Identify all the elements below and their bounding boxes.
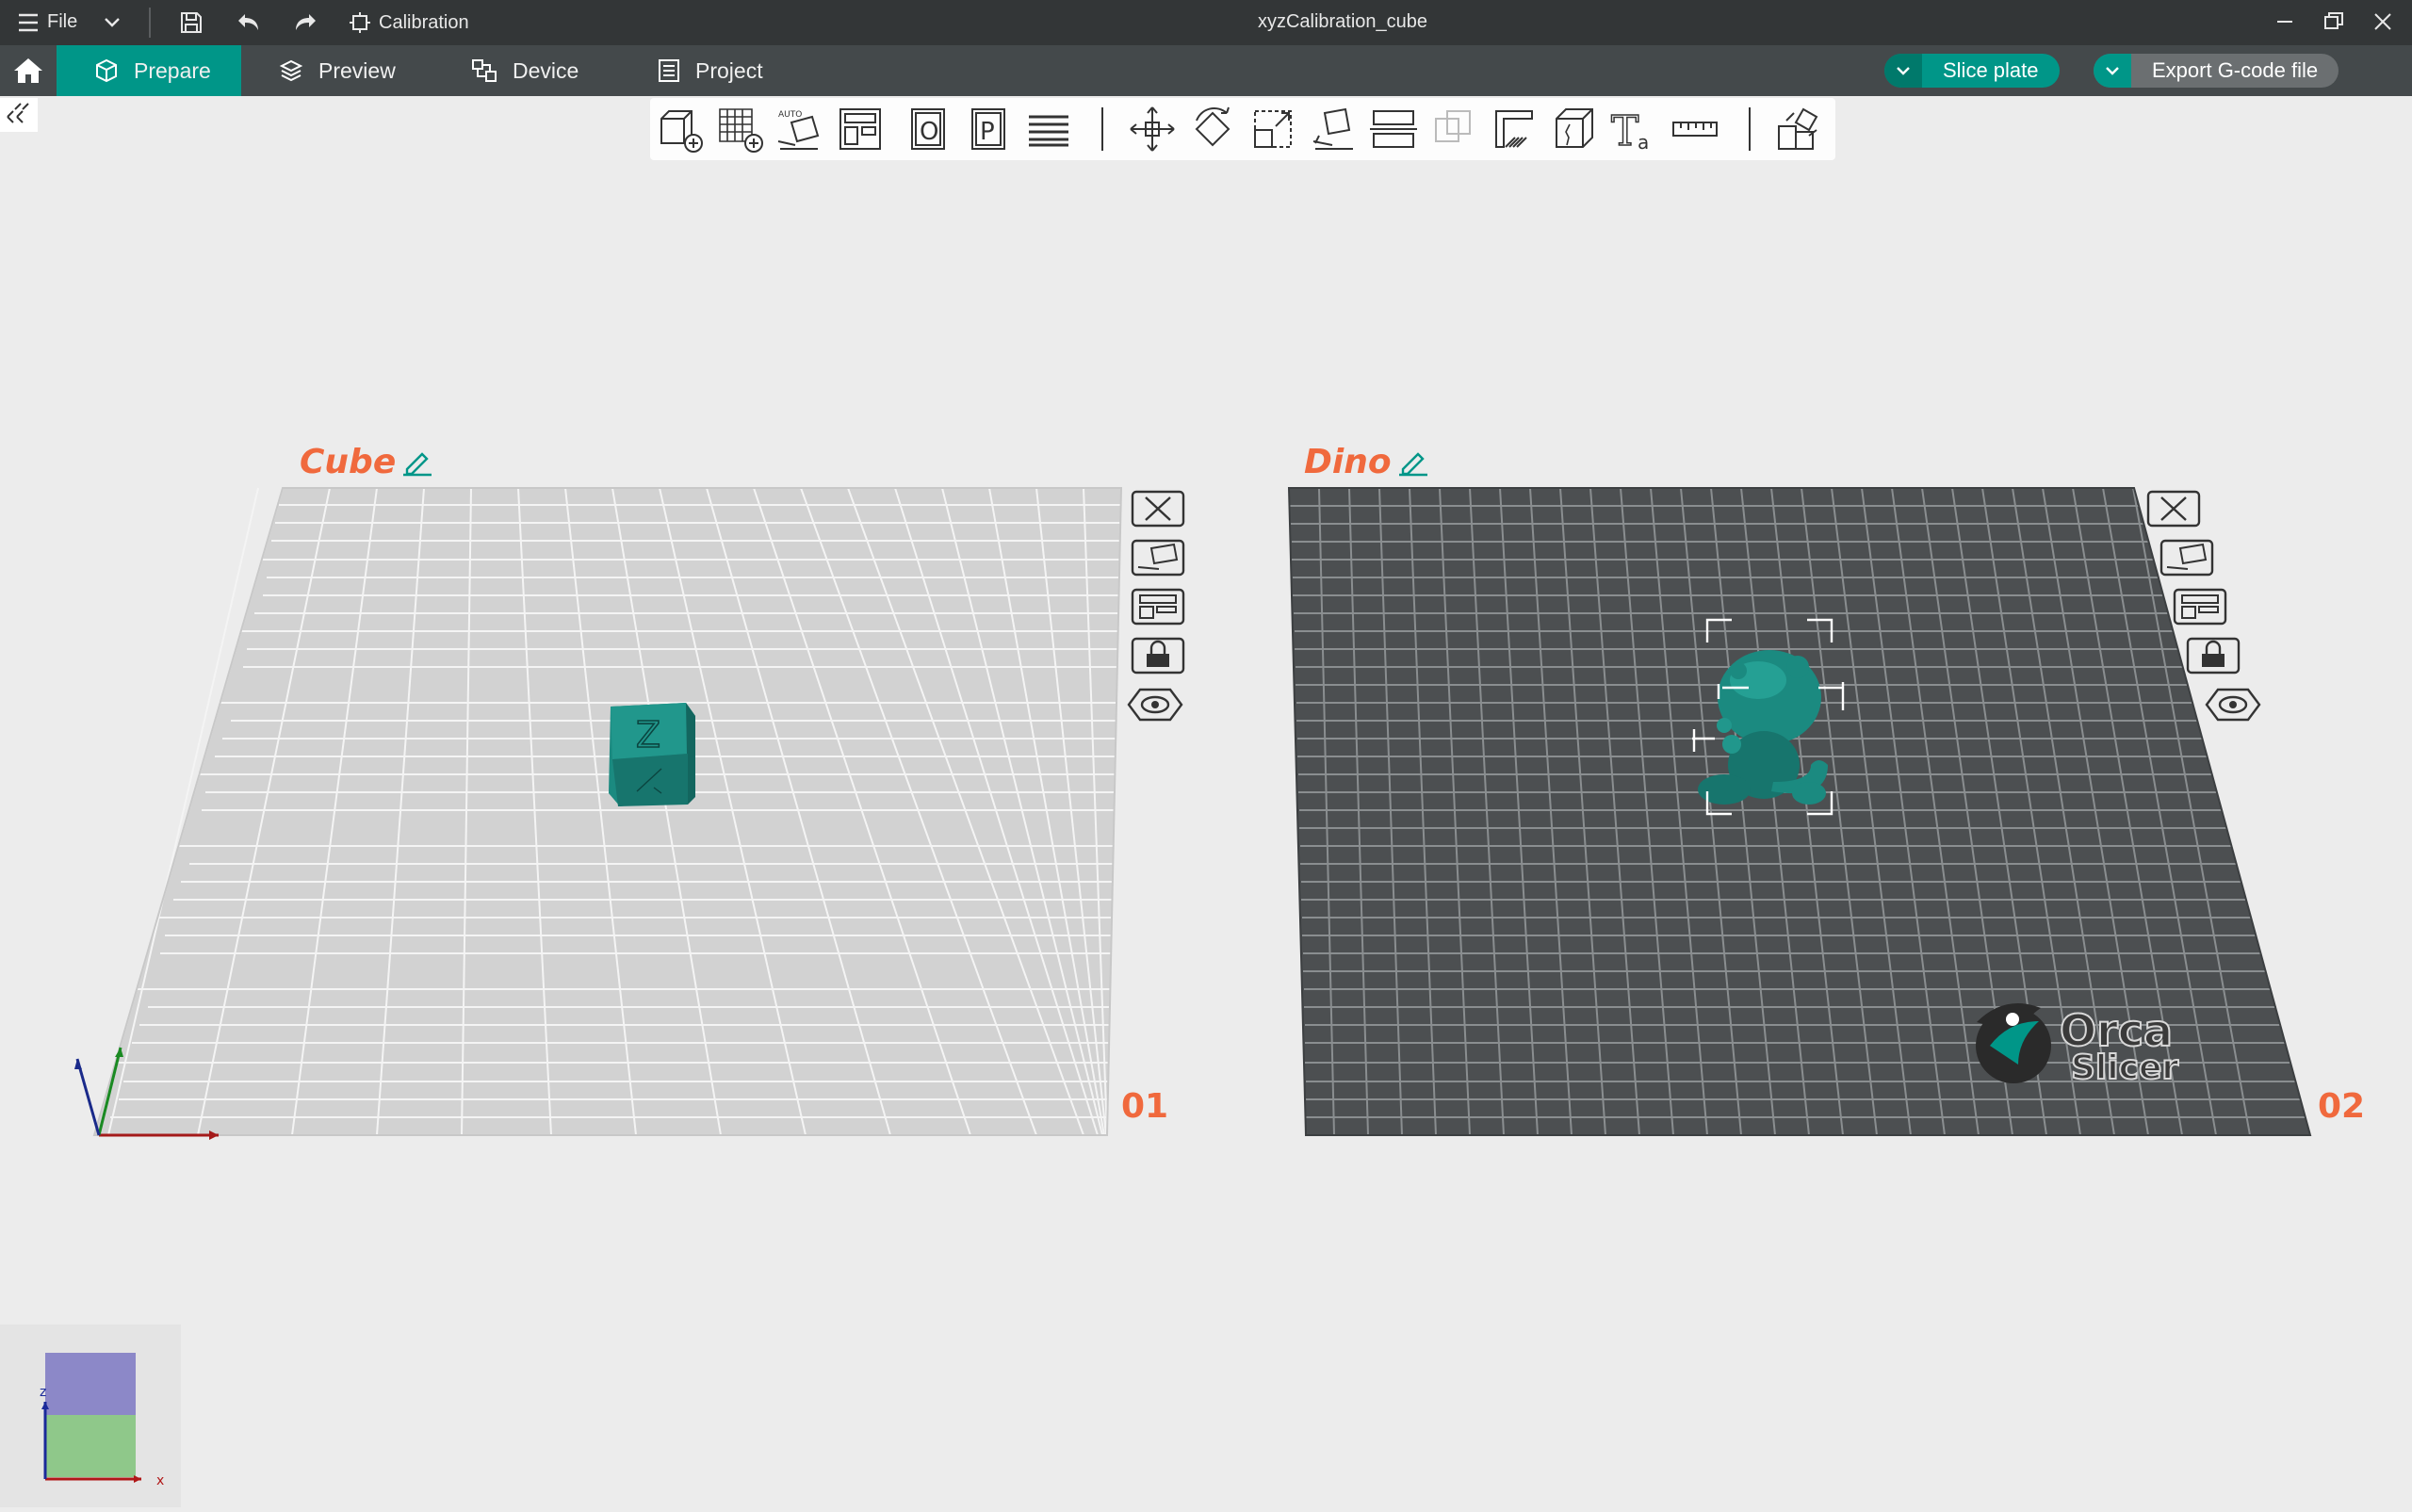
view-cube-widget[interactable]: z x xyxy=(0,1325,181,1507)
plate-02-lock-button[interactable] xyxy=(2186,635,2242,676)
plate-01-arrange-button[interactable] xyxy=(1131,586,1187,627)
logo-text-slicer: Slicer xyxy=(2071,1049,2178,1087)
plate-02-arrange-button[interactable] xyxy=(2173,586,2229,627)
plate-01-name-label: Cube xyxy=(300,443,397,481)
plate-01-name[interactable]: Cube xyxy=(300,443,433,481)
plate-01-visibility-button[interactable] xyxy=(1127,684,1183,725)
plate-01-close-button[interactable] xyxy=(1131,488,1187,529)
plate-02-number: 02 xyxy=(2318,1087,2366,1126)
3d-canvas[interactable]: Z Orca Slicer xyxy=(0,0,2412,1507)
plate-02-name[interactable]: Dino xyxy=(1304,443,1429,481)
plate-02-orient-button[interactable] xyxy=(2159,537,2216,578)
plate-02[interactable]: Orca Slicer xyxy=(1287,487,2312,1136)
plate-01[interactable]: Z xyxy=(74,487,1123,1140)
axis-z-label: z xyxy=(40,1385,46,1400)
plate-01-number: 01 xyxy=(1121,1087,1169,1126)
plate-01-orient-button[interactable] xyxy=(1131,537,1187,578)
cube-face-label: Z xyxy=(636,714,660,756)
view-cube-graphic: z x xyxy=(40,1353,164,1488)
plate-02-name-label: Dino xyxy=(1304,443,1392,481)
cube-model[interactable]: Z xyxy=(609,703,695,806)
edit-pencil-icon[interactable] xyxy=(1397,448,1429,477)
edit-pencil-icon[interactable] xyxy=(401,448,433,477)
plate-01-lock-button[interactable] xyxy=(1131,635,1187,676)
axis-x-label: x xyxy=(156,1473,164,1488)
orca-slicer-logo: Orca Slicer xyxy=(1976,1003,2179,1088)
plate-02-close-button[interactable] xyxy=(2146,488,2203,529)
plate-02-visibility-button[interactable] xyxy=(2205,684,2261,725)
